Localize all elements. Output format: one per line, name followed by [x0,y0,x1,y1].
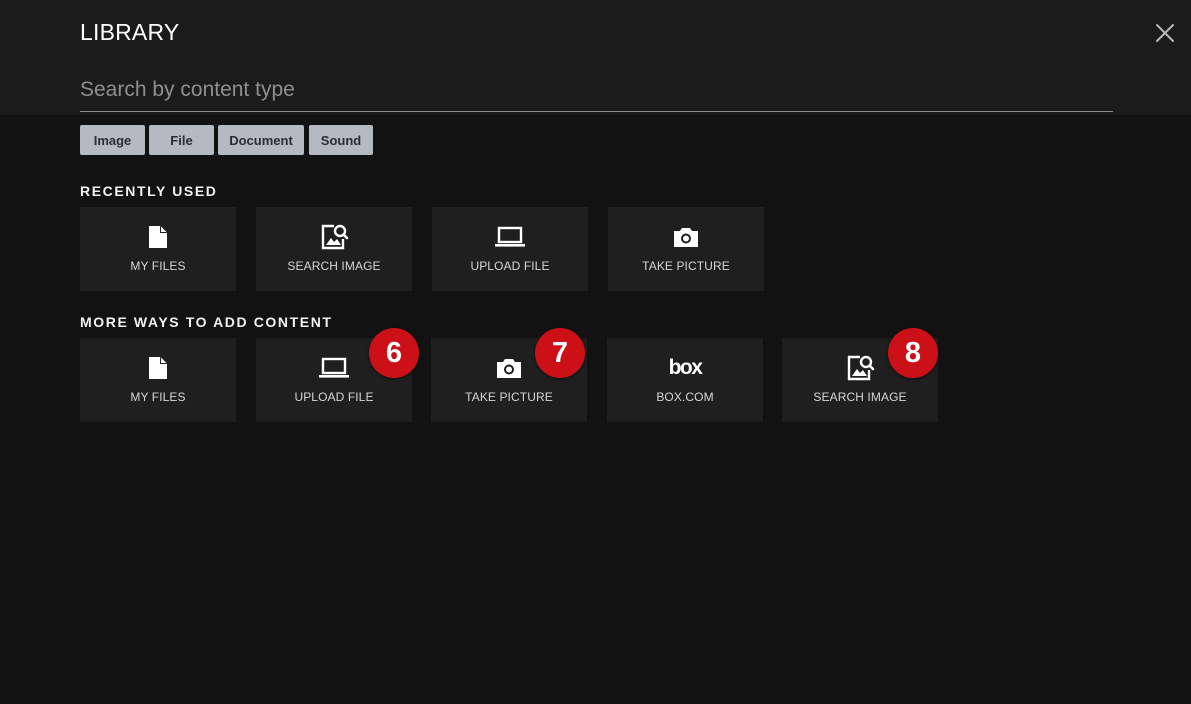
recent-take-picture-tile[interactable]: TAKE PICTURE [608,207,764,291]
camera-icon [497,359,521,378]
file-icon [149,226,167,248]
image-search-icon [847,355,875,381]
tile-label: UPLOAD FILE [470,259,550,273]
close-icon [1156,24,1174,42]
callout-badge-6: 6 [369,328,419,378]
tile-label: MY FILES [130,259,186,273]
recent-my-files-tile[interactable]: MY FILES [80,207,236,291]
tile-label: UPLOAD FILE [294,390,374,404]
library-header: LIBRARY [0,0,1191,115]
filter-chip-document[interactable]: Document [218,125,304,155]
more-box-com-tile[interactable]: box BOX.COM [607,338,763,422]
recent-search-image-tile[interactable]: SEARCH IMAGE [256,207,412,291]
more-my-files-tile[interactable]: MY FILES [80,338,236,422]
close-button[interactable] [1152,20,1178,46]
laptop-icon [495,226,525,247]
more-ways-heading: MORE WAYS TO ADD CONTENT [80,314,333,330]
tile-label: SEARCH IMAGE [287,259,381,273]
recently-used-heading: RECENTLY USED [80,183,218,199]
tile-label: TAKE PICTURE [465,390,553,404]
image-search-icon [321,224,349,250]
tile-label: SEARCH IMAGE [813,390,907,404]
page-title: LIBRARY [80,19,180,45]
filter-chip-image[interactable]: Image [80,125,145,155]
callout-badge-7: 7 [535,328,585,378]
search-input[interactable] [80,68,1113,112]
filter-chip-sound[interactable]: Sound [309,125,373,155]
file-icon [149,357,167,379]
tile-label: MY FILES [130,390,186,404]
filter-chip-file[interactable]: File [149,125,214,155]
laptop-icon [319,357,349,378]
box-logo-icon: box [668,356,703,379]
recent-upload-file-tile[interactable]: UPLOAD FILE [432,207,588,291]
tile-label: BOX.COM [656,390,714,404]
callout-badge-8: 8 [888,328,938,378]
camera-icon [674,228,698,247]
tile-label: TAKE PICTURE [642,259,730,273]
